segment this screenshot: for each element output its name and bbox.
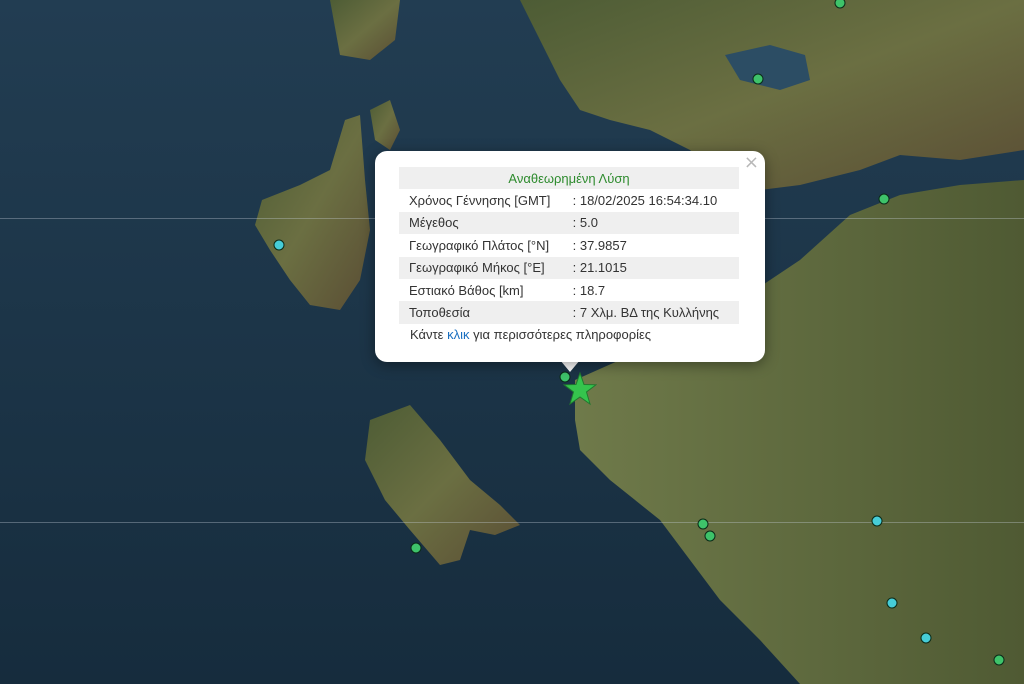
footer-prefix: Κάντε — [410, 327, 448, 342]
earthquake-info-table: Αναθεωρημένη Λύση Χρόνος Γέννησης [GMT] … — [399, 167, 739, 324]
close-icon[interactable]: × — [744, 154, 759, 172]
info-label: Χρόνος Γέννησης [GMT] — [409, 193, 551, 209]
station-marker[interactable] — [871, 515, 883, 527]
earthquake-info-popup: × Αναθεωρημένη Λύση Χρόνος Γέννησης [GMT… — [375, 151, 765, 362]
info-value: : 5.0 — [570, 211, 739, 235]
info-label: Μέγεθος — [399, 211, 571, 235]
info-value: : 18.7 — [572, 282, 606, 298]
graticule-line — [0, 522, 1024, 523]
info-label: Γεωγραφικό Μήκος [°E] — [399, 256, 571, 279]
more-info-text: Κάντε κλικ για περισσότερες πληροφορίες — [410, 327, 651, 342]
station-marker[interactable] — [993, 654, 1005, 666]
info-label: Τοποθεσία — [399, 301, 571, 324]
station-marker[interactable] — [697, 518, 709, 530]
station-marker[interactable] — [704, 530, 716, 542]
info-value: : 21.1015 — [570, 256, 739, 279]
epicenter-star-icon[interactable] — [563, 372, 597, 406]
info-value: : 7 Χλμ. ΒΔ της Κυλλήνης — [570, 301, 739, 324]
info-value: : 37.9857 — [572, 237, 627, 253]
station-marker[interactable] — [920, 632, 932, 644]
info-value: : 18/02/2025 16:54:34.10 — [572, 193, 718, 209]
more-info-link[interactable]: κλικ — [447, 327, 469, 342]
station-marker[interactable] — [410, 542, 422, 554]
footer-suffix: για περισσότερες πληροφορίες — [469, 327, 652, 342]
station-marker[interactable] — [878, 193, 890, 205]
popup-title: Αναθεωρημένη Λύση — [399, 167, 739, 190]
station-marker[interactable] — [752, 73, 764, 85]
station-marker[interactable] — [273, 239, 285, 251]
info-label: Εστιακό Βάθος [km] — [409, 282, 524, 298]
station-marker[interactable] — [886, 597, 898, 609]
info-label: Γεωγραφικό Πλάτος [°N] — [409, 237, 550, 253]
